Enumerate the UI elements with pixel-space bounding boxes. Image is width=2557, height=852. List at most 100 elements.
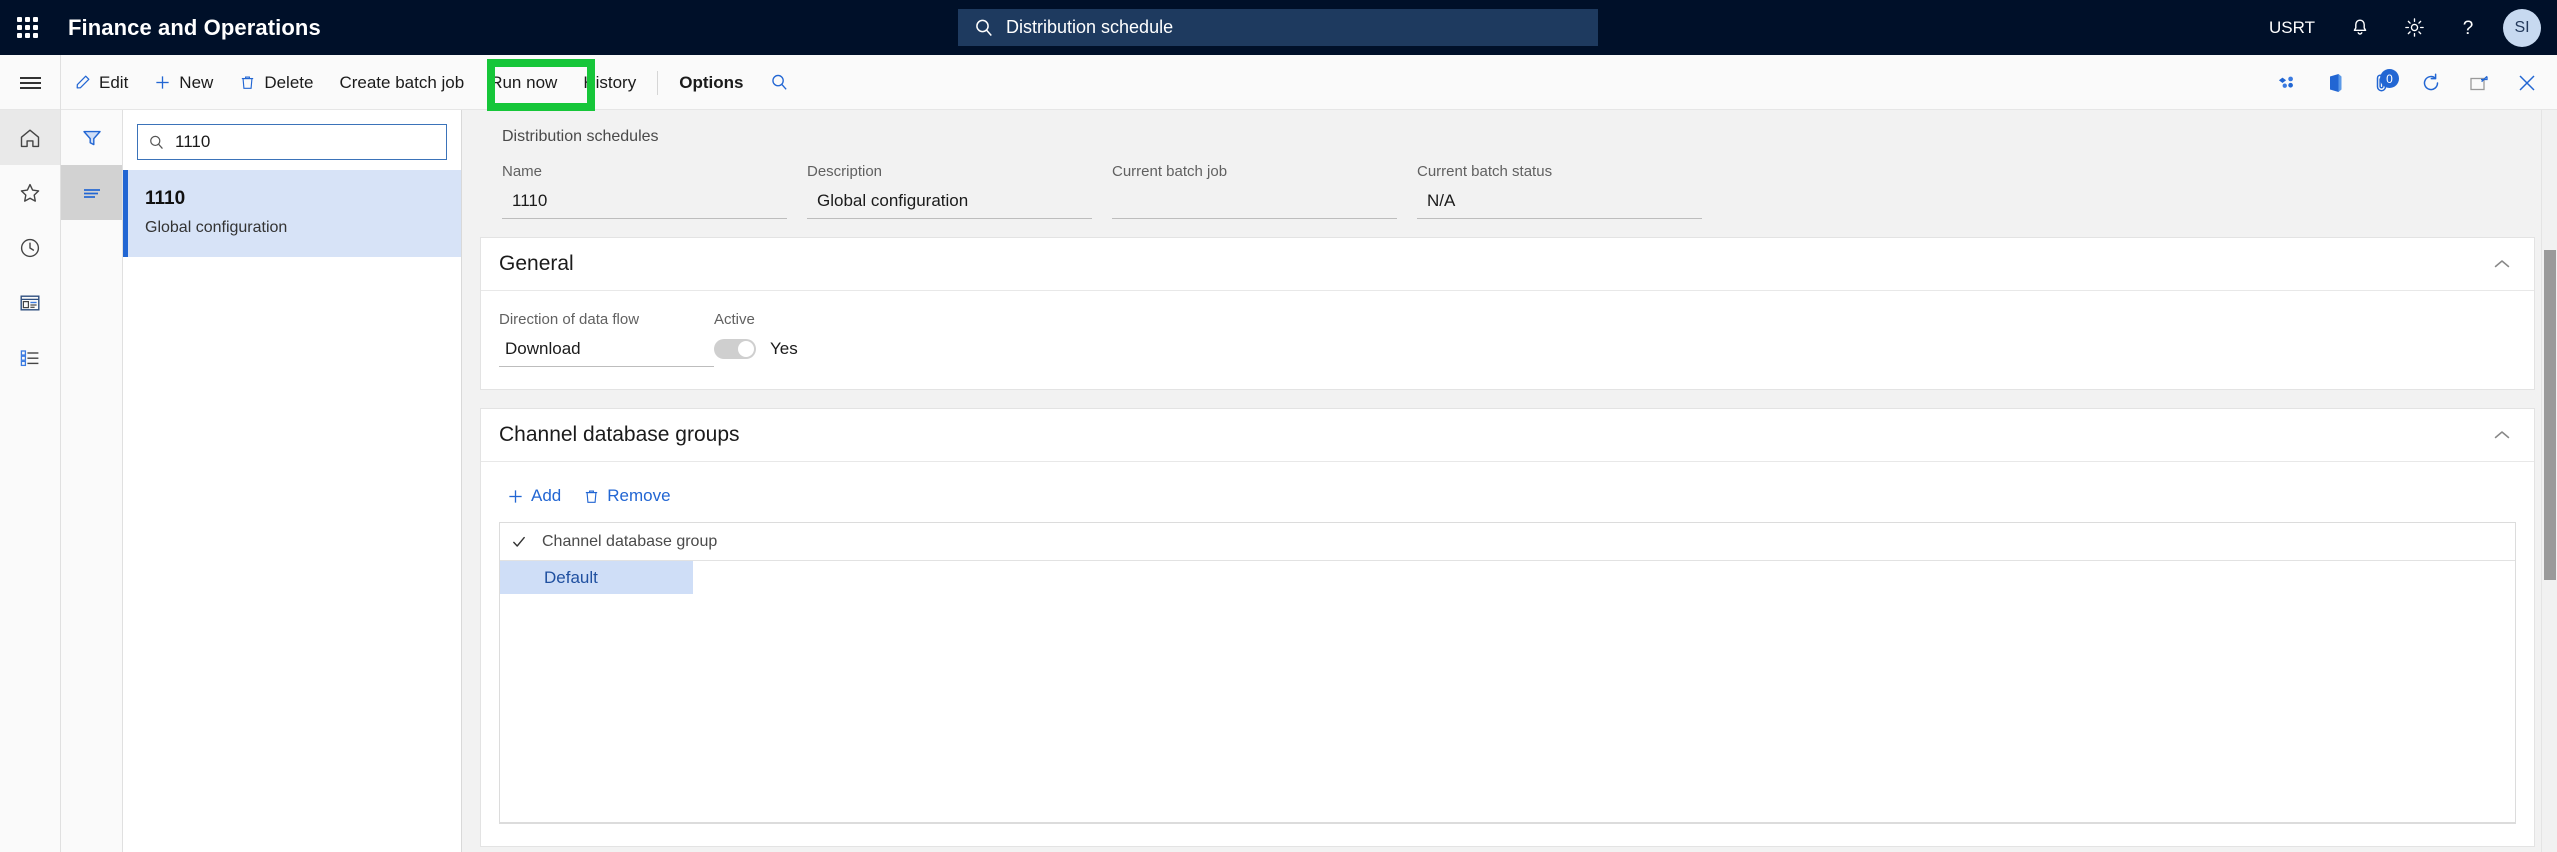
table-row[interactable]: Default (500, 561, 2515, 594)
column-header-channel-database-group[interactable]: Channel database group (538, 533, 717, 551)
app-launcher-button[interactable] (0, 0, 55, 55)
general-section-header[interactable]: General (481, 238, 2534, 291)
action-pane-commands: Edit New Delete Create batch job Run now… (61, 55, 802, 110)
list-filter-rail (61, 110, 123, 852)
cell-channel-database-group[interactable]: Default (500, 561, 693, 594)
sidebar-item-favorites[interactable] (0, 165, 60, 220)
plus-icon (154, 74, 171, 91)
field-active: Active Yes (714, 311, 929, 367)
main-content: Distribution schedules Name 1110 Descrip… (462, 110, 2557, 852)
scrollbar-thumb[interactable] (2544, 250, 2556, 580)
create-batch-job-button[interactable]: Create batch job (326, 55, 477, 110)
channel-database-groups-section: Channel database groups Add Remove Chann… (480, 408, 2535, 847)
attachments-button[interactable]: 0 (2359, 55, 2407, 110)
expand-navigation-button[interactable] (0, 55, 61, 110)
grouping-pane-button[interactable] (61, 165, 122, 220)
office-apps-icon (2330, 73, 2342, 92)
refresh-button[interactable] (2407, 55, 2455, 110)
avatar[interactable]: SI (2503, 8, 2541, 47)
field-direction-value[interactable]: Download (499, 339, 714, 367)
navigation-rail (0, 110, 61, 852)
app-title: Finance and Operations (68, 14, 321, 40)
delete-button-label: Delete (264, 72, 314, 92)
delete-button[interactable]: Delete (226, 55, 326, 110)
field-current-batch-status: Current batch status N/A (1417, 163, 1702, 219)
company-selector[interactable]: USRT (2251, 18, 2333, 38)
help-button[interactable]: ? (2441, 0, 2495, 55)
refresh-icon (2423, 73, 2439, 90)
pencil-icon (74, 74, 91, 91)
workspace-icon (20, 294, 40, 311)
options-tab[interactable]: Options (666, 55, 756, 110)
content-scroll-region: Distribution schedules Name 1110 Descrip… (462, 110, 2557, 852)
field-active-label: Active (714, 311, 755, 328)
sidebar-item-home[interactable] (0, 110, 60, 165)
top-navigation-bar: Finance and Operations Distribution sche… (0, 0, 2557, 55)
grid-header-row: Channel database group (500, 523, 2515, 561)
global-search-input[interactable]: Distribution schedule (958, 9, 1598, 46)
field-current-batch-job: Current batch job (1112, 163, 1397, 219)
trash-icon (239, 74, 256, 91)
topbar-right-cluster: USRT ? SI (2251, 0, 2557, 55)
field-active-control: Yes (714, 339, 929, 359)
list-filter-input[interactable]: 1110 (137, 124, 447, 160)
edit-button[interactable]: Edit (61, 55, 141, 110)
module-list-icon (20, 349, 39, 366)
hamburger-menu-icon (19, 74, 41, 92)
field-current-batch-job-value[interactable] (1112, 191, 1397, 219)
list-filter-value: 1110 (175, 132, 211, 151)
new-button-label: New (179, 72, 214, 92)
new-button[interactable]: New (141, 55, 226, 110)
sidebar-item-recent[interactable] (0, 220, 60, 275)
filter-funnel-icon (82, 130, 101, 145)
home-icon (20, 129, 40, 147)
vertical-scrollbar[interactable] (2541, 110, 2557, 852)
app-launcher-icon (17, 17, 38, 38)
chevron-up-icon[interactable] (2492, 257, 2512, 271)
remove-button[interactable]: Remove (583, 486, 671, 506)
gear-icon (2404, 18, 2424, 37)
select-all-checkbox[interactable] (500, 534, 538, 550)
active-toggle[interactable] (714, 339, 756, 359)
channel-groups-section-body: Add Remove Channel database group Defaul… (481, 462, 2534, 846)
office-apps-button[interactable] (2311, 55, 2359, 110)
chevron-up-icon[interactable] (2492, 428, 2512, 442)
channel-groups-section-header[interactable]: Channel database groups (481, 409, 2534, 462)
search-icon (974, 18, 994, 38)
field-name: Name 1110 (502, 163, 787, 219)
field-direction-label: Direction of data flow (499, 311, 640, 328)
svg-text:?: ? (2463, 18, 2474, 39)
general-section-body: Direction of data flow Download Active Y… (481, 291, 2534, 389)
sidebar-item-workspaces[interactable] (0, 275, 60, 330)
sidebar-item-modules[interactable] (0, 330, 60, 385)
field-direction-of-data-flow: Direction of data flow Download (499, 311, 714, 367)
general-section-title: General (499, 252, 574, 275)
settings-button[interactable] (2387, 0, 2441, 55)
grid-toolbar: Add Remove (499, 482, 2516, 522)
list-item-subtitle: Global configuration (145, 219, 288, 236)
add-button[interactable]: Add (507, 486, 561, 506)
toggle-knob (738, 341, 754, 357)
field-description-value[interactable]: Global configuration (807, 191, 1092, 219)
list-search-container: 1110 (123, 110, 461, 170)
filter-pane-button[interactable] (61, 110, 122, 165)
channel-database-group-grid: Channel database group Default (499, 522, 2516, 824)
notifications-button[interactable] (2333, 0, 2387, 55)
close-button[interactable] (2503, 55, 2551, 110)
run-now-button[interactable]: Run now (477, 55, 570, 110)
action-pane-right-icons: 0 (2263, 55, 2551, 110)
active-toggle-label: Yes (770, 339, 798, 358)
page-search-button[interactable] (756, 55, 802, 110)
bell-icon (2353, 19, 2367, 35)
list-item[interactable]: 1110 Global configuration (123, 170, 461, 257)
power-platform-button[interactable] (2263, 55, 2311, 110)
field-name-value[interactable]: 1110 (502, 191, 787, 219)
popout-window-button[interactable] (2455, 55, 2503, 110)
field-current-batch-status-value[interactable]: N/A (1417, 191, 1702, 219)
run-now-label: Run now (490, 72, 558, 92)
create-batch-job-label: Create batch job (339, 72, 465, 92)
popout-window-icon (2470, 75, 2488, 90)
list-pane: 1110 1110 Global configuration (123, 110, 462, 852)
history-button[interactable]: History (570, 55, 649, 110)
star-icon (20, 183, 40, 202)
